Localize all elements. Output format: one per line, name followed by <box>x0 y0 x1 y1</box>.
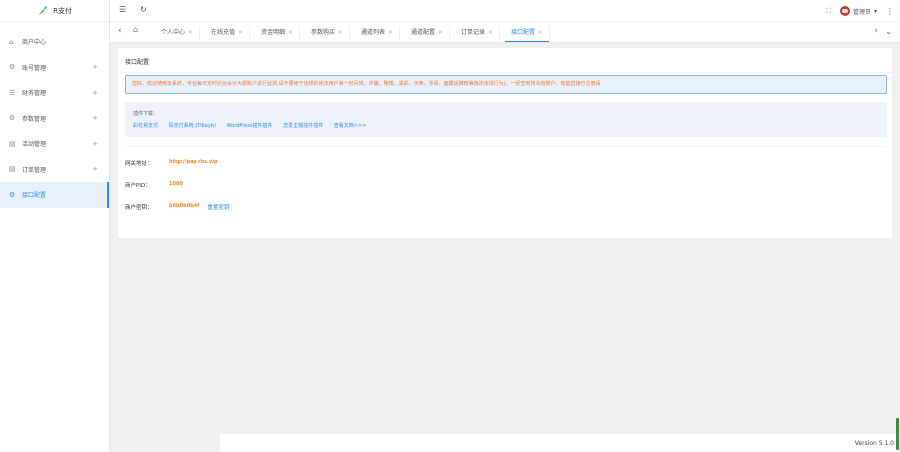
user-menu[interactable]: 管理员 ▾ <box>839 6 877 16</box>
plugin-link[interactable]: WordPress插件插件 <box>227 123 273 129</box>
tab-online-recharge[interactable]: 在线充值 ✕ <box>205 26 250 39</box>
gear-icon: ⚙ <box>9 63 16 72</box>
sidebar-item-label: 参数管理 <box>22 115 47 123</box>
tab-label: 个人中心 <box>161 29 186 36</box>
merchant-key-row: 商户密钥： b6b0b0b4f 重置密钥 <box>125 203 229 211</box>
expand-icon: + <box>92 165 98 174</box>
tab-label: 在线充值 <box>211 29 236 36</box>
close-icon[interactable]: ✕ <box>488 30 493 36</box>
api-url-label: 网关地址： <box>125 161 153 167</box>
tab-channel-list[interactable]: 通道列表 ✕ <box>355 26 400 39</box>
page-title: 接口配置 <box>125 59 150 66</box>
tab-label: 通道列表 <box>361 29 386 36</box>
plugin-link[interactable]: 彩虹易支付 <box>133 123 158 129</box>
avatar <box>839 6 850 16</box>
sidebar-item-account[interactable]: ⚙ 账号管理 + <box>0 55 109 81</box>
rocket-icon <box>39 5 48 15</box>
fullscreen-icon[interactable]: ⛶ <box>826 7 831 16</box>
close-icon[interactable]: ✕ <box>238 30 243 36</box>
reset-key-button[interactable]: 重置密钥 <box>207 203 229 211</box>
tab-fund-details[interactable]: 资金明细 ✕ <box>255 26 300 39</box>
close-icon[interactable]: ✕ <box>438 30 443 36</box>
merchant-key-label: 商户密钥： <box>125 205 153 211</box>
tab-label: 资金明细 <box>261 29 286 36</box>
docs-link[interactable]: 查看文档>>> <box>334 123 367 129</box>
app-name: R支付 <box>53 6 72 15</box>
expand-icon: + <box>92 88 98 97</box>
chevron-down-icon[interactable]: ⌄ <box>885 27 892 36</box>
plugin-links: 彩虹易支付 码支付系统 (Tlbayb) WordPress插件插件 恋爱主题插… <box>133 122 375 129</box>
tab-order-records[interactable]: 订单记录 ✕ <box>455 26 500 39</box>
tab-label: 参数购买 <box>311 29 336 36</box>
sidebar-item-label: 接口配置 <box>22 192 47 200</box>
sidebar-item-api-config[interactable]: ⚙ 接口配置 <box>0 182 109 208</box>
sidebar-item-params[interactable]: ⚙ 参数管理 + <box>0 106 109 132</box>
plugin-link[interactable]: 恋爱主题插件插件 <box>283 123 323 129</box>
version-label: Version 5.1.0 <box>854 440 894 447</box>
tab-param-purchase[interactable]: 参数购买 ✕ <box>305 26 350 39</box>
merchant-key-value: b6b0b0b4f <box>169 203 200 209</box>
menu-toggle-icon[interactable]: ☰ <box>119 5 126 14</box>
header-right: ⛶ 管理员 ▾ ⋮ <box>826 0 900 22</box>
api-url-value: http://pay.rbs.vip <box>169 159 218 165</box>
more-icon[interactable]: ⋮ <box>886 7 894 16</box>
home-icon: ⌂ <box>9 37 14 46</box>
plugin-download-box: 插件下载： 彩虹易支付 码支付系统 (Tlbayb) WordPress插件插件… <box>125 102 887 137</box>
plugin-link[interactable]: 码支付系统 (Tlbayb) <box>169 123 216 129</box>
merchant-id-row: 商户PID： 1000 <box>125 181 183 189</box>
close-icon[interactable]: ✕ <box>538 30 543 36</box>
close-icon[interactable]: ✕ <box>288 30 293 36</box>
tab-bar: ‹ ⌂ 个人中心 ✕ 在线充值 ✕ 资金明细 ✕ 参数购买 ✕ 通道列表 ✕ 通道配置 ✕ … <box>110 22 900 43</box>
merchant-id-value: 1000 <box>169 181 183 187</box>
close-icon[interactable]: ✕ <box>338 30 343 36</box>
api-url-row: 网关地址： http://pay.rbs.vip <box>125 159 218 167</box>
tab-api-config[interactable]: 接口配置 ✕ <box>505 26 550 42</box>
close-icon[interactable]: ✕ <box>188 30 193 36</box>
sidebar-item-finance[interactable]: ☰ 财务管理 + <box>0 80 109 106</box>
expand-icon: + <box>92 114 98 123</box>
scrollbar[interactable] <box>896 418 899 450</box>
sidebar-item-label: 活动管理 <box>22 141 47 149</box>
user-name: 管理员 <box>852 8 871 16</box>
merchant-id-label: 商户PID： <box>125 183 151 189</box>
chevron-down-icon: ▾ <box>873 7 877 15</box>
tab-label: 订单记录 <box>461 29 486 36</box>
sidebar-menu: ⌂ 商户中心 ⚙ 账号管理 + ☰ 财务管理 + ⚙ 参数管理 + ▤ 活动管理… <box>0 29 109 208</box>
chart-icon: ▤ <box>9 165 16 174</box>
tab-personal-center[interactable]: 个人中心 ✕ <box>155 26 200 39</box>
close-icon[interactable]: ✕ <box>388 30 393 36</box>
sidebar-item-label: 订单管理 <box>22 166 47 174</box>
sidebar-item-label: 账号管理 <box>22 64 47 72</box>
tab-label: 接口配置 <box>511 29 536 36</box>
sidebar-item-label: 财务管理 <box>22 90 47 98</box>
settings-icon: ⚙ <box>9 114 16 123</box>
api-config-card: 接口配置 您好，欢迎使用本系统，平台每日定时后台会对大额账户进行监测,请不要用于… <box>118 48 892 238</box>
sidebar-item-activity[interactable]: ▤ 活动管理 + <box>0 131 109 157</box>
tab-label: 通道配置 <box>411 29 436 36</box>
plugins-title: 插件下载： <box>133 111 159 117</box>
divider <box>118 72 892 73</box>
notice-alert: 您好，欢迎使用本系统，平台每日定时后台会对大额账户进行监测,请不要用于违规的违法… <box>125 75 887 94</box>
sidebar-item-label: 商户中心 <box>22 39 47 47</box>
tab-channel-config[interactable]: 通道配置 ✕ <box>405 26 450 39</box>
sidebar: R支付 ⌂ 商户中心 ⚙ 账号管理 + ☰ 财务管理 + ⚙ 参数管理 + ▤ … <box>0 0 110 452</box>
expand-icon: + <box>92 139 98 148</box>
footer: Version 5.1.0 <box>220 433 900 452</box>
divider <box>125 146 886 147</box>
app-logo[interactable]: R支付 <box>0 0 109 22</box>
sidebar-item-orders[interactable]: ▤ 订单管理 + <box>0 157 109 183</box>
top-header: ☰ ↻ ⛶ 管理员 ▾ ⋮ <box>110 0 900 22</box>
tab-next-icon[interactable]: › <box>874 26 878 36</box>
refresh-icon[interactable]: ↻ <box>140 5 147 14</box>
sidebar-item-merchant-center[interactable]: ⌂ 商户中心 <box>0 29 109 55</box>
expand-icon: + <box>92 63 98 72</box>
settings-icon: ⚙ <box>9 190 16 199</box>
list-icon: ☰ <box>9 88 16 97</box>
tab-prev-icon[interactable]: ‹ <box>118 26 122 36</box>
home-tab-icon[interactable]: ⌂ <box>133 25 138 34</box>
chart-icon: ▤ <box>9 139 16 148</box>
